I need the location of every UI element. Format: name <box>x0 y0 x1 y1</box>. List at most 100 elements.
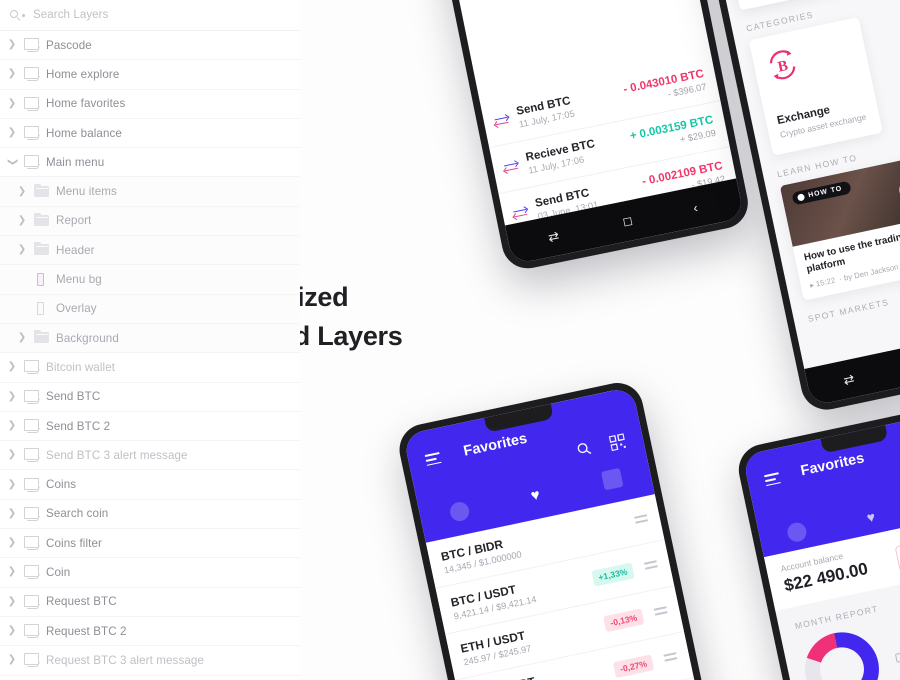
layer-name: Search coin <box>46 507 109 521</box>
layer-row[interactable]: ❯Menu bg <box>0 265 300 295</box>
drag-handle-icon[interactable] <box>663 652 678 665</box>
chevron-right-icon[interactable]: ❯ <box>14 186 30 197</box>
artboard-icon <box>20 358 46 376</box>
recents-icon[interactable]: ⇄ <box>842 371 856 389</box>
layer-row[interactable]: ❯ Request BTC 2 <box>0 616 300 647</box>
phone-notch <box>820 425 889 454</box>
layer-name: Home balance <box>46 126 122 140</box>
recents-icon[interactable]: ⇄ <box>547 228 561 246</box>
chevron-right-icon[interactable]: ❯ <box>4 479 20 490</box>
layer-row[interactable]: ❯ Home favorites <box>0 89 300 119</box>
chevron-right-icon[interactable]: ❯ <box>4 362 20 372</box>
folder-icon <box>30 183 56 201</box>
layer-row[interactable]: ❯ Send BTC <box>0 382 300 412</box>
chevron-right-icon[interactable]: ❯ <box>4 40 20 50</box>
chevron-right-icon[interactable]: ❯ <box>4 98 20 109</box>
artboard-icon <box>20 36 46 54</box>
howto-dot-icon <box>796 192 806 202</box>
howto-badge-label: HOW TO <box>807 184 843 199</box>
layers-panel: ❯ Pascode ❯ Home explore ❯ Home favorites ❯ Hom… <box>0 0 300 680</box>
search-icon <box>9 8 27 22</box>
drag-handle-icon[interactable] <box>634 514 649 527</box>
hamburger-icon[interactable] <box>424 451 443 469</box>
search-layers-row[interactable] <box>0 0 300 31</box>
withdraw-button[interactable]: WITHDRAW <box>894 529 900 573</box>
layer-row[interactable]: ❯ Coins <box>0 470 300 500</box>
chevron-right-icon[interactable]: ❯ <box>4 655 20 665</box>
artboard-icon <box>20 153 46 171</box>
artboard-icon <box>20 651 46 669</box>
chevron-right-icon[interactable]: ❯ <box>4 538 20 548</box>
qr-scan-icon[interactable] <box>608 433 627 452</box>
screenshot-canvas: Send BTC 11 July, 17:05- 0.043010 BTC - $3… <box>0 0 900 680</box>
layer-row[interactable]: ❯ Menu items <box>0 177 300 207</box>
category-card-exchange[interactable]: B Exchange Crypto asset exchange <box>748 17 883 156</box>
layer-row[interactable]: ❯ Background <box>0 323 300 354</box>
layer-row[interactable]: ❯ Coin <box>0 558 300 588</box>
chevron-right-icon[interactable]: ❯ <box>14 245 30 255</box>
layer-name: Send BTC <box>46 390 101 404</box>
month-selector[interactable]: December <box>894 641 900 663</box>
hamburger-icon[interactable] <box>763 472 782 489</box>
android-nav-bar-explore[interactable]: ⇄ ◻ <box>804 323 900 407</box>
chevron-right-icon[interactable]: ❯ <box>4 421 20 431</box>
layer-name: Send BTC 3 alert message <box>46 448 188 462</box>
chevron-right-icon[interactable]: ❯ <box>4 508 20 519</box>
layer-row[interactable]: ❯ Header <box>0 236 300 266</box>
chevron-right-icon[interactable]: ❯ <box>4 128 20 138</box>
layer-row[interactable]: ❯ Send BTC 3 alert message <box>0 441 300 471</box>
change-badge: -0,27% <box>612 654 655 679</box>
video-card[interactable]: HOW TO How to use the trading platform ▸… <box>779 154 900 301</box>
layer-row[interactable]: ❯ Main menu <box>0 148 300 178</box>
chevron-right-icon[interactable]: ❯ <box>4 69 20 79</box>
layer-row[interactable]: ❯ Coins filter <box>0 529 300 559</box>
drag-handle-icon[interactable] <box>643 560 659 573</box>
transactions-screen: Send BTC 11 July, 17:05- 0.043010 BTC - $3… <box>414 0 745 265</box>
howto-badge: HOW TO <box>791 180 852 206</box>
layer-row[interactable]: ❯ Pascode <box>0 31 300 61</box>
artboard-icon <box>20 563 46 581</box>
chevron-right-icon[interactable]: ❯ <box>4 450 20 460</box>
layer-name: Menu items <box>56 185 117 199</box>
artboard-icon <box>20 388 46 406</box>
chevron-right-icon[interactable]: ❯ <box>4 626 20 636</box>
chevron-down-icon[interactable]: ❯ <box>7 154 18 170</box>
layer-row[interactable]: ❯ Bitcoin wallet <box>0 353 300 383</box>
layer-row[interactable]: ❯Overlay <box>0 294 300 324</box>
favorites-title: Favorites <box>462 430 529 460</box>
artboard-icon <box>20 505 46 523</box>
layer-name: Main menu <box>46 155 105 169</box>
layer-row[interactable]: ❯ Request BTC <box>0 587 300 617</box>
bitcoin-exchange-icon: B <box>769 50 796 80</box>
search-icon[interactable] <box>576 440 594 458</box>
chevron-right-icon[interactable]: ❯ <box>4 567 20 577</box>
phone-notch <box>484 403 554 433</box>
home-icon[interactable]: ◻ <box>621 213 634 229</box>
heart-icon: ♥ <box>529 486 542 505</box>
phone-mockup-transactions: Send BTC 11 July, 17:05- 0.043010 BTC - $3… <box>405 0 753 273</box>
layer-row[interactable]: ❯ Search coin <box>0 499 300 530</box>
layer-row[interactable]: ❯ Home balance <box>0 118 300 149</box>
search-input[interactable] <box>33 9 263 21</box>
balance-appbar: Favorites ♥ <box>742 408 900 558</box>
rect-shape-icon <box>30 300 56 318</box>
artboard-icon <box>20 417 46 435</box>
layer-row[interactable]: ❯ Report <box>0 206 300 237</box>
layer-row[interactable]: ❯BTC Address <box>0 675 300 680</box>
chevron-right-icon[interactable]: ❯ <box>14 215 30 226</box>
transfer-arrows-icon <box>503 159 520 175</box>
change-badge: -0,13% <box>602 608 645 633</box>
chevron-right-icon[interactable]: ❯ <box>4 596 20 607</box>
layer-row[interactable]: ❯ Request BTC 3 alert message <box>0 646 300 676</box>
artboard-icon <box>20 534 46 552</box>
layer-name: Request BTC 3 alert message <box>46 653 204 667</box>
layer-row[interactable]: ❯ Home explore <box>0 60 300 90</box>
chevron-right-icon[interactable]: ❯ <box>14 333 30 343</box>
artboard-icon <box>20 476 46 494</box>
layer-tree[interactable]: ❯ Pascode ❯ Home explore ❯ Home favorites ❯ Hom… <box>0 31 300 680</box>
back-icon[interactable]: ‹ <box>692 200 699 216</box>
drag-handle-icon[interactable] <box>653 606 669 619</box>
phone-mockup-balance: Favorites ♥ Account balance $22 490.00 W… <box>734 400 900 680</box>
layer-row[interactable]: ❯ Send BTC 2 <box>0 411 300 442</box>
chevron-right-icon[interactable]: ❯ <box>4 391 20 402</box>
